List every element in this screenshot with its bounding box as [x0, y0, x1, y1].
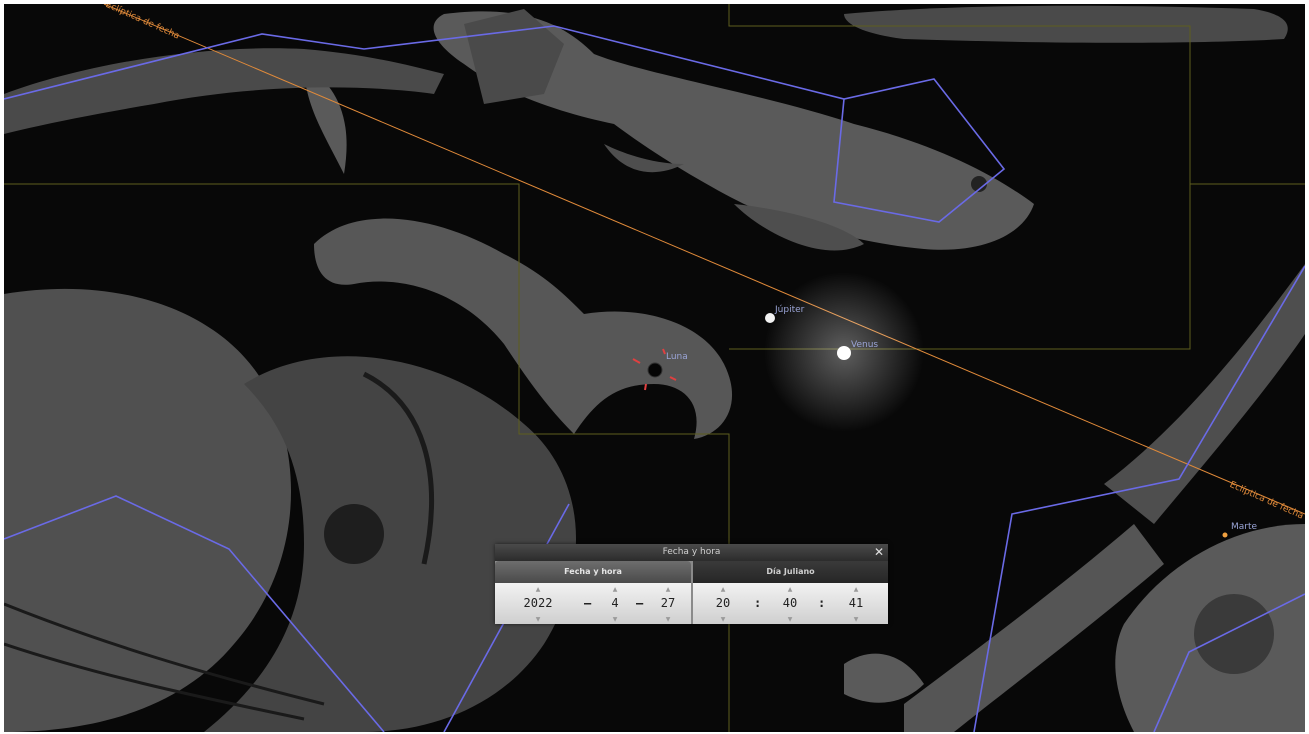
tab-julian-day[interactable]: Día Juliano	[693, 561, 888, 583]
venus-label: Venus	[851, 340, 879, 350]
jupiter-dot[interactable]	[765, 313, 775, 323]
year-up-arrow-icon[interactable]: ▲	[536, 586, 541, 593]
hour-value[interactable]: 20	[708, 596, 738, 610]
date-fields: ▲ 2022 ▼ – ▲ 4 ▼ – ▲ 27 ▼	[495, 583, 691, 624]
moon-dot[interactable]	[647, 362, 663, 378]
time-separator: :	[818, 596, 826, 610]
year-spinbox[interactable]: ▲ 2022 ▼	[513, 583, 563, 624]
day-up-arrow-icon[interactable]: ▲	[666, 586, 671, 593]
minute-up-arrow-icon[interactable]: ▲	[788, 586, 793, 593]
second-up-arrow-icon[interactable]: ▲	[854, 586, 859, 593]
jupiter-label: Júpiter	[775, 305, 805, 315]
second-value[interactable]: 41	[841, 596, 871, 610]
venus-dot[interactable]	[837, 346, 851, 360]
close-icon[interactable]: ✕	[872, 544, 886, 561]
hour-down-arrow-icon[interactable]: ▼	[721, 616, 726, 623]
time-fields: ▲ 20 ▼ : ▲ 40 ▼ : ▲ 41 ▼	[693, 583, 888, 624]
day-spinbox[interactable]: ▲ 27 ▼	[653, 583, 683, 624]
second-down-arrow-icon[interactable]: ▼	[854, 616, 859, 623]
month-spinbox[interactable]: ▲ 4 ▼	[600, 583, 630, 624]
month-up-arrow-icon[interactable]: ▲	[613, 586, 618, 593]
hour-up-arrow-icon[interactable]: ▲	[721, 586, 726, 593]
minute-spinbox[interactable]: ▲ 40 ▼	[775, 583, 805, 624]
tab-date-time[interactable]: Fecha y hora	[495, 561, 691, 583]
mars-label: Marte	[1231, 522, 1258, 532]
minute-down-arrow-icon[interactable]: ▼	[788, 616, 793, 623]
month-value[interactable]: 4	[600, 596, 630, 610]
day-value[interactable]: 27	[653, 596, 683, 610]
time-separator: :	[754, 596, 762, 610]
hour-spinbox[interactable]: ▲ 20 ▼	[708, 583, 738, 624]
year-value[interactable]: 2022	[513, 596, 563, 610]
date-separator: –	[636, 596, 644, 610]
date-time-dialog: Fecha y hora ✕ Fecha y hora Día Juliano …	[495, 544, 888, 624]
minute-value[interactable]: 40	[775, 596, 805, 610]
year-down-arrow-icon[interactable]: ▼	[536, 616, 541, 623]
day-down-arrow-icon[interactable]: ▼	[666, 616, 671, 623]
date-separator: –	[584, 596, 592, 610]
moon-label: Luna	[666, 352, 688, 362]
second-spinbox[interactable]: ▲ 41 ▼	[841, 583, 871, 624]
dialog-title: Fecha y hora	[495, 544, 888, 561]
sky-view[interactable]: Eclíptica de fecha Eclíptica de fecha Jú…	[4, 4, 1305, 732]
month-down-arrow-icon[interactable]: ▼	[613, 616, 618, 623]
mars-dot[interactable]	[1222, 532, 1228, 538]
